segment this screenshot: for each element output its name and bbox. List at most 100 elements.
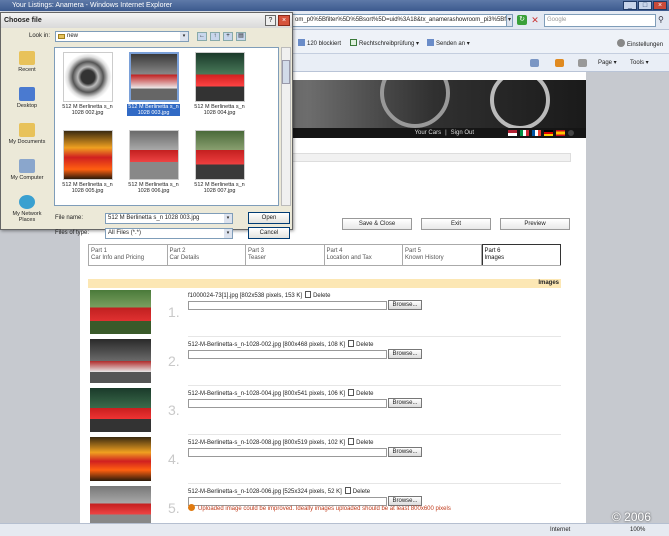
delete-link[interactable]: Delete — [313, 293, 330, 299]
address-input[interactable]: om_p0%5Bfilter%5D%5Bsort%5D=uid%3A18&tx_… — [292, 14, 512, 27]
chevron-down-icon[interactable]: ▾ — [224, 229, 232, 238]
up-folder-icon[interactable]: ↑ — [210, 32, 220, 41]
place-my-computer[interactable]: My Computer — [4, 159, 50, 181]
help-icon[interactable]: ? — [265, 15, 276, 26]
file-thumbnail — [128, 52, 179, 102]
scrollbar-thumb[interactable] — [282, 60, 290, 84]
dialog-title: Choose file — [1, 13, 292, 28]
tab-part-3[interactable]: Part 3 Teaser — [246, 245, 325, 265]
search-input[interactable]: Google — [544, 14, 656, 27]
file-path-input[interactable] — [188, 448, 387, 457]
maximize-icon[interactable]: □ — [638, 1, 652, 10]
new-folder-icon[interactable]: + — [223, 32, 233, 41]
file-list-scrollbar[interactable] — [281, 47, 291, 206]
file-path-input[interactable] — [188, 350, 387, 359]
popup-blocker-button[interactable]: 120 blockiert — [298, 39, 341, 47]
trash-icon[interactable] — [348, 438, 355, 445]
car-thumbnail — [90, 339, 151, 383]
flag-us-icon[interactable] — [508, 130, 517, 136]
place-my-network[interactable]: My Network Places — [4, 195, 50, 223]
delete-link[interactable]: Delete — [353, 489, 370, 495]
spellcheck-icon — [350, 39, 357, 46]
exit-button[interactable]: Exit — [421, 218, 491, 230]
close-icon[interactable]: × — [278, 15, 290, 26]
sign-out-link[interactable]: Sign Out — [451, 130, 474, 136]
spellcheck-button[interactable]: Rechtschreibprüfung ▾ — [350, 39, 419, 47]
file-path-input[interactable] — [188, 399, 387, 408]
look-in-select[interactable]: new ▾ — [55, 31, 189, 42]
tools-menu[interactable]: Tools ▾ — [630, 59, 649, 66]
popup-blocker-icon — [298, 39, 305, 46]
zoom-level[interactable]: 100% — [630, 524, 645, 536]
image-number: 5. — [168, 500, 180, 516]
image-number: 3. — [168, 402, 180, 418]
row-divider — [188, 385, 561, 386]
file-thumbnail — [62, 130, 113, 180]
flag-de-icon[interactable] — [544, 130, 553, 136]
file-path-input[interactable] — [188, 301, 387, 310]
row-divider — [188, 483, 561, 484]
search-icon[interactable]: ⚲ — [658, 15, 664, 24]
print-icon[interactable] — [578, 59, 587, 68]
place-desktop[interactable]: Desktop — [4, 87, 50, 109]
browse-button[interactable]: Browse... — [388, 447, 422, 457]
wheel-graphic — [490, 80, 550, 128]
refresh-icon[interactable]: ↻ — [517, 15, 527, 25]
browse-button[interactable]: Browse... — [388, 398, 422, 408]
tab-part-2[interactable]: Part 2 Car Details — [168, 245, 246, 265]
delete-link[interactable]: Delete — [356, 391, 373, 397]
file-thumbnail — [128, 130, 179, 180]
listing-tabs: Part 1 Car Info and Pricing Part 2 Car Det… — [88, 244, 561, 266]
file-name-input[interactable]: 512 M Berlinetta s_n 1028 003.jpg ▾ — [105, 213, 233, 224]
save-close-button[interactable]: Save & Close — [342, 218, 412, 230]
cancel-button[interactable]: Cancel — [248, 227, 290, 239]
feeds-icon[interactable] — [555, 59, 564, 68]
file-item[interactable]: 512 M Berlinetta s_n 1028 003.jpg — [127, 52, 180, 118]
view-menu-icon[interactable]: ▤ — [236, 32, 246, 41]
file-item[interactable]: 512 M Berlinetta s_n 1028 004.jpg — [193, 52, 246, 118]
trash-icon[interactable] — [305, 291, 312, 298]
place-my-documents[interactable]: My Documents — [4, 123, 50, 145]
image-row: 4. 512-M-Berlinetta-s_n-1028-008.jpg [80… — [88, 437, 561, 485]
page-menu[interactable]: Page ▾ — [598, 59, 617, 66]
address-dropdown-icon[interactable]: ▾ — [506, 14, 513, 27]
file-item[interactable]: 512 M Berlinetta s_n 1028 002.jpg — [61, 52, 114, 118]
close-icon[interactable]: × — [653, 1, 667, 10]
flag-es-icon[interactable] — [556, 130, 565, 136]
place-recent[interactable]: Recent — [4, 51, 50, 73]
flag-fr-icon[interactable] — [532, 130, 541, 136]
chevron-down-icon[interactable]: ▾ — [224, 214, 232, 223]
trash-icon[interactable] — [348, 340, 355, 347]
file-item[interactable]: 512 M Berlinetta s_n 1028 007.jpg — [193, 130, 246, 196]
browse-button[interactable]: Browse... — [388, 300, 422, 310]
trash-icon[interactable] — [344, 487, 351, 494]
back-icon[interactable]: ← — [197, 32, 207, 41]
browse-button[interactable]: Browse... — [388, 349, 422, 359]
tab-part-1[interactable]: Part 1 Car Info and Pricing — [89, 245, 168, 265]
tab-part-6[interactable]: Part 6 Images — [481, 244, 561, 265]
stop-icon[interactable]: ✕ — [530, 15, 540, 25]
file-item[interactable]: 512 M Berlinetta s_n 1028 005.jpg — [61, 130, 114, 196]
open-button[interactable]: Open — [248, 212, 290, 224]
file-item[interactable]: 512 M Berlinetta s_n 1028 006.jpg — [127, 130, 180, 196]
file-info: 512-M-Berlinetta-s_n-1028-004.jpg [800x5… — [188, 389, 374, 397]
images-section-header: Images — [88, 279, 561, 288]
chevron-down-icon[interactable]: ▾ — [180, 32, 188, 41]
file-type-select[interactable]: All Files (*.*) ▾ — [105, 228, 233, 239]
home-icon[interactable] — [530, 59, 539, 68]
tab-part-4[interactable]: Part 4 Location and Tax — [325, 245, 403, 265]
delete-link[interactable]: Delete — [356, 440, 373, 446]
preview-button[interactable]: Preview — [500, 218, 570, 230]
settings-button[interactable]: Einstellungen — [617, 39, 663, 48]
trash-icon[interactable] — [348, 389, 355, 396]
flag-it-icon[interactable] — [520, 130, 529, 136]
network-icon — [19, 195, 35, 209]
file-thumbnail — [194, 52, 245, 102]
your-cars-link[interactable]: Your Cars — [415, 130, 441, 136]
delete-link[interactable]: Delete — [356, 342, 373, 348]
tab-part-5[interactable]: Part 5 Known History — [403, 245, 482, 265]
minimize-icon[interactable]: _ — [623, 1, 637, 10]
send-to-button[interactable]: Senden an ▾ — [427, 39, 470, 47]
info-icon[interactable] — [568, 130, 574, 136]
image-row: 1. f1000024-73[1].jpg [802x538 pixels, 1… — [88, 290, 561, 338]
